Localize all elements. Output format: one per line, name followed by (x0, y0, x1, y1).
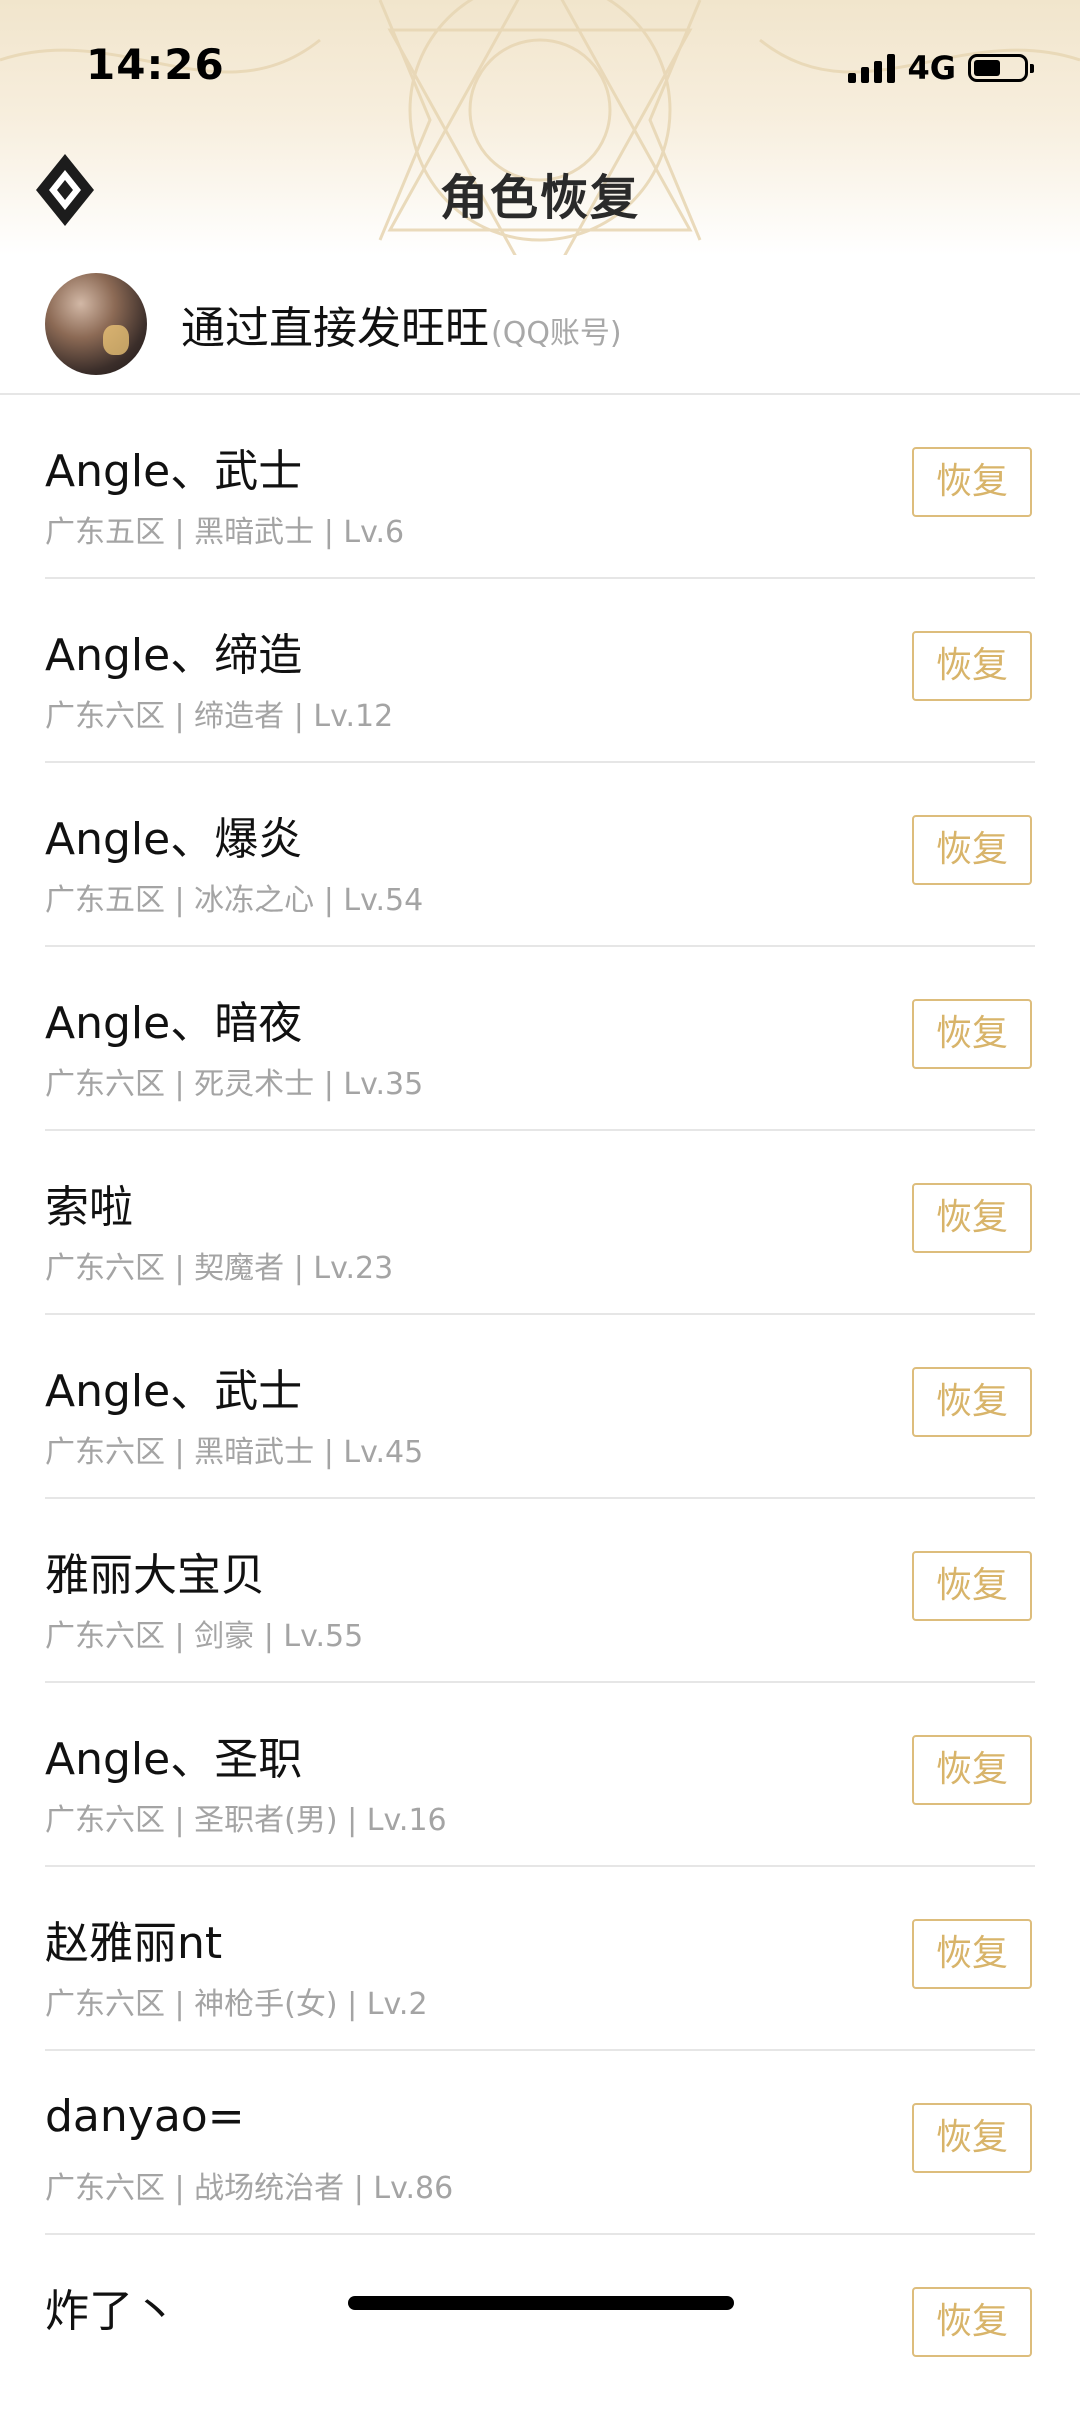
role-name: Angle、武士 (45, 446, 303, 497)
restore-button[interactable]: 恢复 (912, 1735, 1032, 1805)
role-item: 索啦 广东六区 | 契魔者 | Lv.23 恢复 (0, 1131, 1080, 1315)
role-name: Angle、缔造 (45, 630, 303, 681)
role-meta: 广东六区 | 神枪手(女) | Lv.2 (45, 1987, 428, 2022)
home-indicator[interactable] (348, 2296, 734, 2310)
role-name: Angle、武士 (45, 1366, 303, 1417)
page-title: 角色恢复 (439, 170, 640, 226)
network-label: 4G (907, 49, 956, 87)
account-note: (QQ账号) (491, 316, 622, 351)
role-meta: 广东六区 | 战场统治者 | Lv.86 (45, 2171, 454, 2206)
restore-button[interactable]: 恢复 (912, 631, 1032, 701)
role-name: danyao= (45, 2091, 245, 2142)
restore-button[interactable]: 恢复 (912, 447, 1032, 517)
restore-button[interactable]: 恢复 (912, 1367, 1032, 1437)
role-item: Angle、武士 广东六区 | 黑暗武士 | Lv.45 恢复 (0, 1315, 1080, 1499)
role-list: Angle、武士 广东五区 | 黑暗武士 | Lv.6 恢复 Angle、缔造 … (0, 395, 1080, 2419)
role-meta: 广东六区 | 缔造者 | Lv.12 (45, 699, 394, 734)
status-indicators: 4G (848, 48, 1034, 88)
restore-button[interactable]: 恢复 (912, 1551, 1032, 1621)
signal-icon (848, 53, 896, 83)
role-meta: 广东六区 | 死灵术士 | Lv.35 (45, 1067, 424, 1102)
role-name: 炸了丶 (45, 2286, 177, 2337)
role-meta: 广东六区 | 剑豪 | Lv.55 (45, 1619, 364, 1654)
restore-button[interactable]: 恢复 (912, 2287, 1032, 2357)
role-name: 索啦 (45, 1182, 133, 1233)
role-item: Angle、圣职 广东六区 | 圣职者(男) | Lv.16 恢复 (0, 1683, 1080, 1867)
role-item: 赵雅丽nt 广东六区 | 神枪手(女) | Lv.2 恢复 (0, 1867, 1080, 2051)
role-item: 炸了丶 恢复 (0, 2235, 1080, 2419)
restore-button[interactable]: 恢复 (912, 999, 1032, 1069)
role-meta: 广东六区 | 契魔者 | Lv.23 (45, 1251, 394, 1286)
role-name: Angle、圣职 (45, 1734, 303, 1785)
role-item: Angle、缔造 广东六区 | 缔造者 | Lv.12 恢复 (0, 579, 1080, 763)
battery-icon (968, 54, 1034, 82)
role-item: 雅丽大宝贝 广东六区 | 剑豪 | Lv.55 恢复 (0, 1499, 1080, 1683)
role-item: Angle、暗夜 广东六区 | 死灵术士 | Lv.35 恢复 (0, 947, 1080, 1131)
restore-button[interactable]: 恢复 (912, 815, 1032, 885)
role-meta: 广东六区 | 圣职者(男) | Lv.16 (45, 1803, 447, 1838)
role-name: 赵雅丽nt (45, 1918, 223, 1969)
restore-button[interactable]: 恢复 (912, 1183, 1032, 1253)
account-row[interactable]: 通过直接发旺旺 (QQ账号) (0, 255, 1080, 395)
restore-button[interactable]: 恢复 (912, 1919, 1032, 1989)
role-name: Angle、爆炎 (45, 814, 303, 865)
role-item: danyao= 广东六区 | 战场统治者 | Lv.86 恢复 (0, 2051, 1080, 2235)
role-item: Angle、爆炎 广东五区 | 冰冻之心 | Lv.54 恢复 (0, 763, 1080, 947)
role-name: Angle、暗夜 (45, 998, 303, 1049)
role-item: Angle、武士 广东五区 | 黑暗武士 | Lv.6 恢复 (0, 395, 1080, 579)
account-text: 通过直接发旺旺 (QQ账号) (181, 292, 622, 356)
role-name: 雅丽大宝贝 (45, 1550, 265, 1601)
avatar (45, 273, 147, 375)
battery-level (974, 60, 1000, 76)
header: 14:26 4G 角色恢复 (0, 0, 1080, 255)
account-name: 通过直接发旺旺 (181, 303, 489, 354)
role-meta: 广东五区 | 冰冻之心 | Lv.54 (45, 883, 424, 918)
role-meta: 广东六区 | 黑暗武士 | Lv.45 (45, 1435, 424, 1470)
restore-button[interactable]: 恢复 (912, 2103, 1032, 2173)
role-meta: 广东五区 | 黑暗武士 | Lv.6 (45, 515, 405, 550)
status-time: 14:26 (86, 40, 225, 89)
